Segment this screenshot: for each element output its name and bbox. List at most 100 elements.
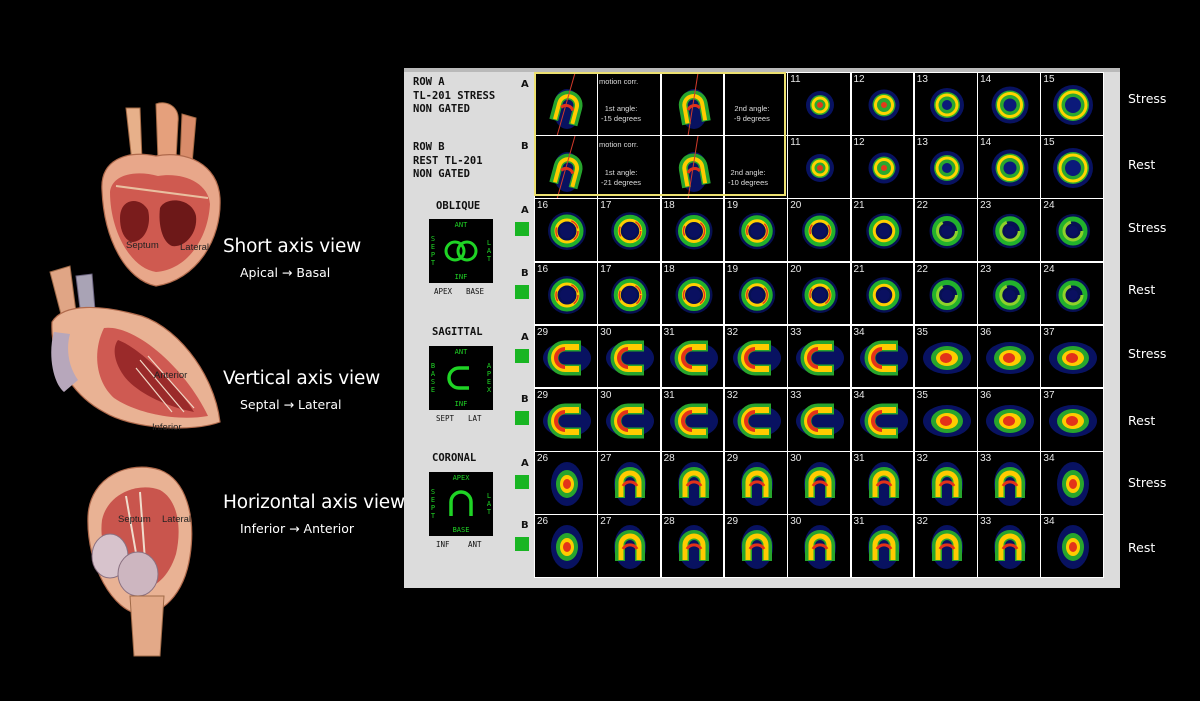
scan-slice-cell[interactable]: 34 [851,325,914,388]
scan-slice-cell[interactable]: 26 [535,515,597,578]
slice-number: 37 [1043,326,1055,338]
scan-slice-cell[interactable]: 22 [914,199,977,262]
section-letter-b: B [521,394,529,405]
stress-first-angle: 1st angle: -15 degrees [601,104,641,124]
scan-slice-cell[interactable]: 27 [598,452,661,514]
row-a-line-2: TL-201 STRESS [413,89,496,102]
scan-slice-cell[interactable]: 23 [978,262,1040,325]
scan-slice-cell[interactable]: 23 [978,199,1040,262]
scan-slice-cell[interactable]: 30 [598,389,661,451]
scan-slice-cell[interactable]: 30 [788,515,850,578]
scan-slice-cell[interactable]: 29 [535,325,597,388]
slice-number: 30 [790,516,802,528]
slice-number: 32 [916,453,928,465]
scan-slice-cell[interactable]: 21 [851,199,914,262]
scan-slice-cell[interactable]: 16 [535,199,597,262]
rest-select-toggle[interactable] [515,285,529,299]
slice-number: 34 [1043,453,1055,465]
stress-second-angle-value: -9 degrees [734,114,770,123]
scan-slice-cell[interactable]: 17 [598,262,661,325]
slice-number: 32 [726,390,739,401]
scan-slice-cell[interactable]: 36 [978,325,1040,388]
slice-number: 32 [726,326,739,338]
short-axis-subtitle: Apical → Basal [240,265,331,280]
rest-select-toggle[interactable] [515,537,529,551]
scan-slice-cell[interactable]: 36 [978,389,1040,451]
scan-slice-cell[interactable]: 19 [724,262,787,325]
stress-second-angle-label: 2nd angle: [734,104,770,113]
scan-slice-cell[interactable]: 11 [788,136,850,198]
side-label-stress: Stress [1128,346,1167,361]
slice-number: 19 [726,200,739,212]
scan-slice-cell[interactable]: 21 [851,262,914,325]
scan-slice-cell[interactable]: 28 [661,452,724,514]
row-letter-a: A [521,79,529,90]
slice-number: 29 [537,390,549,401]
scan-slice-cell[interactable]: 20 [788,262,850,325]
scan-slice-cell[interactable]: 15 [1041,73,1104,135]
slice-number: 33 [790,390,802,401]
scan-slice-cell[interactable]: 20 [788,199,850,262]
scan-slice-cell[interactable]: 32 [724,389,787,451]
stress-select-toggle[interactable] [515,349,529,363]
scan-slice-cell[interactable]: 31 [851,452,914,514]
scan-slice-cell[interactable]: 33 [788,389,850,451]
scan-slice-cell[interactable]: 14 [978,136,1040,198]
scan-slice-cell[interactable]: 33 [788,325,850,388]
slice-number: 16 [537,263,549,275]
side-label-stress: Stress [1128,91,1167,106]
scan-slice-cell[interactable]: 32 [914,452,977,514]
scan-slice-cell[interactable]: 11 [788,73,850,135]
scan-slice-cell[interactable]: 33 [978,452,1040,514]
scan-slice-cell[interactable]: 37 [1041,389,1104,451]
slice-number: 31 [663,326,675,338]
scan-slice-cell[interactable]: 24 [1041,199,1104,262]
stress-select-toggle[interactable] [515,222,529,236]
scan-slice-cell[interactable]: 30 [788,452,850,514]
scan-slice-cell[interactable]: 13 [914,73,977,135]
scan-slice-cell[interactable]: 33 [978,515,1040,578]
scan-slice-cell[interactable]: 32 [914,515,977,578]
scan-slice-cell[interactable]: 35 [914,389,977,451]
scan-slice-cell[interactable]: 19 [724,199,787,262]
scan-slice-cell[interactable]: 12 [851,73,914,135]
scan-slice-cell[interactable]: 15 [1041,136,1104,198]
scan-slice-cell[interactable]: 37 [1041,325,1104,388]
scan-slice-cell[interactable]: 34 [1041,452,1104,514]
row-a-line-3: NON GATED [413,103,470,115]
scan-slice-cell[interactable]: 26 [535,452,597,514]
scan-slice-cell[interactable]: 29 [724,515,787,578]
rest-select-toggle[interactable] [515,411,529,425]
scan-slice-cell[interactable]: 34 [1041,515,1104,578]
scan-slice-cell[interactable]: 14 [978,73,1040,135]
scan-slice-cell[interactable]: 13 [914,136,977,198]
scan-slice-cell[interactable]: 17 [598,199,661,262]
scan-slice-cell[interactable]: 31 [851,515,914,578]
motion-correction-image [535,73,597,135]
slice-number: 26 [537,453,549,465]
scan-slice-cell[interactable]: 16 [535,262,597,325]
rest-first-angle-label: 1st angle: [604,168,638,177]
scan-slice-cell[interactable]: 12 [851,136,914,198]
scan-slice-cell[interactable]: 34 [851,389,914,451]
scan-slice-cell[interactable]: 32 [724,325,787,388]
scan-slice-cell[interactable]: 18 [661,199,724,262]
scan-slice-cell[interactable]: 29 [724,452,787,514]
scan-slice-cell[interactable]: 30 [598,325,661,388]
scan-slice-cell[interactable]: 29 [535,389,597,451]
scan-slice-cell[interactable]: 27 [598,515,661,578]
scan-slice-cell[interactable]: 24 [1041,262,1104,325]
slice-number: 33 [980,516,992,528]
slice-number: 29 [726,516,739,528]
side-label-rest: Rest [1128,413,1156,428]
slice-number: 31 [663,390,675,401]
scan-slice-cell[interactable]: 31 [661,325,724,388]
scan-slice-cell[interactable]: 28 [661,515,724,578]
scan-slice-cell[interactable]: 18 [661,262,724,325]
stress-select-toggle[interactable] [515,475,529,489]
scan-slice-cell[interactable]: 35 [914,325,977,388]
row-b-description: ROW B REST TL-201 NON GATED [413,141,483,182]
scan-slice-cell[interactable]: 22 [914,262,977,325]
scan-slice-cell[interactable]: 31 [661,389,724,451]
slice-number: 23 [980,263,992,275]
